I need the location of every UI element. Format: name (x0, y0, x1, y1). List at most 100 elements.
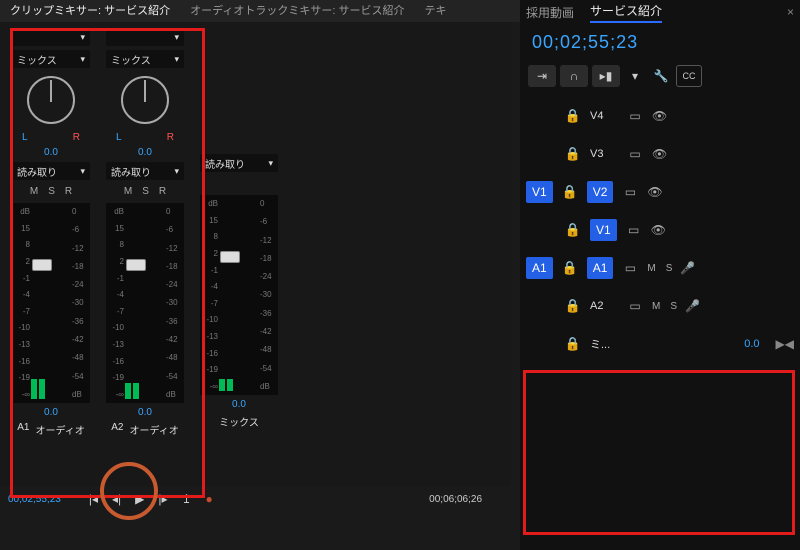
target-icon[interactable]: ▭ (626, 299, 644, 313)
fx-slot-dropdown[interactable]: ▾ (12, 28, 90, 46)
mute-button[interactable]: M (30, 186, 38, 197)
fader[interactable]: dB1582-1-4-7-10-13-16-19-∞ 0-6-12-18-24-… (200, 195, 278, 395)
lock-icon[interactable]: 🔒 (564, 222, 582, 238)
solo-button[interactable]: S (666, 263, 673, 274)
tab-recruit-video[interactable]: 採用動画 (526, 4, 574, 21)
track-header-area: 🔒 V4 ▭ 👁 🔒 V3 ▭ 👁 V1 🔒 V2 ▭ 👁 🔒 V1 ▭ 👁 (520, 91, 800, 369)
source-patch-v1[interactable]: V1 (526, 181, 553, 203)
video-track-v4[interactable]: 🔒 V4 ▭ 👁 (520, 97, 800, 135)
solo-button[interactable]: S (142, 186, 149, 197)
lock-icon[interactable]: 🔒 (561, 184, 579, 200)
chevron-down-icon: ▾ (80, 54, 85, 65)
export-button[interactable]: ↥ (181, 492, 191, 506)
target-icon[interactable]: ▭ (625, 223, 643, 237)
source-patch-a1[interactable]: A1 (526, 257, 553, 279)
pan-value: 0.0 (138, 147, 152, 158)
chevron-down-icon: ▾ (80, 166, 85, 177)
fader-thumb[interactable] (126, 259, 146, 271)
fader[interactable]: dB1582-1-4-7-10-13-16-19-∞ 0-6-12-18-24-… (12, 203, 90, 403)
target-icon[interactable]: ▭ (621, 261, 639, 275)
tab-text[interactable]: テキ (414, 0, 456, 24)
mic-icon[interactable]: 🎤 (680, 261, 695, 275)
mic-icon[interactable]: 🎤 (685, 299, 700, 313)
eye-icon[interactable]: 👁 (652, 147, 667, 161)
track-target-v1[interactable]: V1 (590, 219, 617, 241)
chevron-down-icon: ▾ (80, 32, 85, 43)
fader[interactable]: dB1582-1-4-7-10-13-16-19-∞ 0-6-12-18-24-… (106, 203, 184, 403)
lock-icon[interactable]: 🔒 (564, 336, 582, 352)
sequence-duration: 00;06;06;26 (429, 494, 482, 505)
track-target-v2[interactable]: V2 (587, 181, 614, 203)
timeline-toolbar: ⇥ ∩ ▸▮ ▾ 🔧 CC (520, 61, 800, 91)
captions-icon[interactable]: CC (676, 65, 702, 87)
sequence-tabs: 採用動画 サービス紹介 × (520, 0, 800, 24)
tab-audio-track-mixer[interactable]: オーディオトラックミキサー: サービス紹介 (180, 0, 414, 24)
target-icon[interactable]: ▭ (626, 147, 644, 161)
audio-track-a1[interactable]: A1 🔒 A1 ▭ MS 🎤 (520, 249, 800, 287)
pan-value: 0.0 (44, 147, 58, 158)
automation-mode-dropdown[interactable]: 読み取り▾ (12, 162, 90, 180)
fader-thumb[interactable] (220, 251, 240, 263)
tab-service-intro[interactable]: サービス紹介 (590, 2, 662, 23)
eye-icon[interactable]: 👁 (652, 109, 667, 123)
target-icon[interactable]: ▭ (626, 109, 644, 123)
pan-knob[interactable] (121, 76, 169, 124)
insert-mode-icon[interactable]: ⇥ (528, 65, 556, 87)
automation-mode-dropdown[interactable]: 読み取り▾ (200, 154, 278, 172)
solo-button[interactable]: S (48, 186, 55, 197)
audio-track-a2[interactable]: 🔒 A2 ▭ MS 🎤 (520, 287, 800, 325)
go-to-in-button[interactable]: |◂ (89, 492, 98, 506)
fader-value: 0.0 (44, 407, 58, 418)
channel-mix-bus: 読み取り▾ M dB1582-1-4-7-10-13-16-19-∞ 0-6-1… (194, 154, 284, 437)
track-name: オーディオ (129, 422, 178, 437)
channel-a2: ▾ ミックス▾ LR 0.0 読み取り▾ MSR dB1582-1-4-7-10… (100, 28, 190, 437)
mute-button[interactable]: M (647, 263, 655, 274)
settings-icon[interactable]: 🔧 (650, 65, 672, 87)
pan-knob[interactable] (27, 76, 75, 124)
track-id: A2 (111, 422, 123, 437)
mute-button[interactable]: M (124, 186, 132, 197)
fx-slot-dropdown[interactable]: ▾ (106, 28, 184, 46)
mute-button[interactable]: M (652, 301, 660, 312)
record-button[interactable]: ● (206, 492, 213, 506)
linked-selection-icon[interactable]: ▸▮ (592, 65, 620, 87)
lock-icon[interactable]: 🔒 (564, 108, 582, 124)
mix-track[interactable]: 🔒 ミ... 0.0 ▶◀ (520, 325, 800, 363)
close-icon[interactable]: × (787, 5, 794, 19)
snap-icon[interactable]: ∩ (560, 65, 588, 87)
fader-thumb[interactable] (32, 259, 52, 271)
track-name: ミックス (219, 414, 259, 429)
playhead-timecode[interactable]: 00;02;55;23 (520, 24, 800, 61)
marker-icon[interactable]: ▾ (624, 65, 646, 87)
record-button[interactable]: R (159, 186, 166, 197)
track-target-a1[interactable]: A1 (587, 257, 614, 279)
transport-bar: 00;02;55;23 |◂ ◂| ▶ |▸ ↥ ● 00;06;06;26 (0, 486, 510, 512)
eye-icon[interactable]: 👁 (651, 223, 666, 237)
lock-icon[interactable]: 🔒 (564, 146, 582, 162)
video-track-v2[interactable]: V1 🔒 V2 ▭ 👁 (520, 173, 800, 211)
step-forward-button[interactable]: |▸ (158, 492, 167, 506)
lock-icon[interactable]: 🔒 (561, 260, 579, 276)
lock-icon[interactable]: 🔒 (564, 298, 582, 314)
chevron-down-icon: ▾ (268, 158, 273, 169)
target-icon[interactable]: ▭ (621, 185, 639, 199)
solo-button[interactable]: S (670, 301, 677, 312)
play-button[interactable]: ▶ (135, 492, 144, 506)
eye-icon[interactable]: 👁 (647, 185, 662, 199)
track-name: オーディオ (35, 422, 84, 437)
speaker-icon[interactable]: ▶◀ (776, 337, 794, 351)
current-timecode[interactable]: 00;02;55;23 (8, 494, 61, 505)
chevron-down-icon: ▾ (174, 166, 179, 177)
fader-value: 0.0 (232, 399, 246, 410)
send-dropdown[interactable]: ミックス▾ (12, 50, 90, 68)
record-button[interactable]: R (65, 186, 72, 197)
automation-mode-dropdown[interactable]: 読み取り▾ (106, 162, 184, 180)
mix-level[interactable]: 0.0 (744, 338, 759, 350)
video-track-v1[interactable]: 🔒 V1 ▭ 👁 (520, 211, 800, 249)
mixer-channels: ▾ ミックス▾ LR 0.0 読み取り▾ MSR dB1582-1-4-7-10… (0, 22, 510, 443)
clip-mixer-panel: ▾ ミックス▾ LR 0.0 読み取り▾ MSR dB1582-1-4-7-10… (0, 22, 510, 512)
step-back-button[interactable]: ◂| (112, 492, 121, 506)
video-track-v3[interactable]: 🔒 V3 ▭ 👁 (520, 135, 800, 173)
tab-clip-mixer[interactable]: クリップミキサー: サービス紹介 (0, 0, 180, 24)
send-dropdown[interactable]: ミックス▾ (106, 50, 184, 68)
